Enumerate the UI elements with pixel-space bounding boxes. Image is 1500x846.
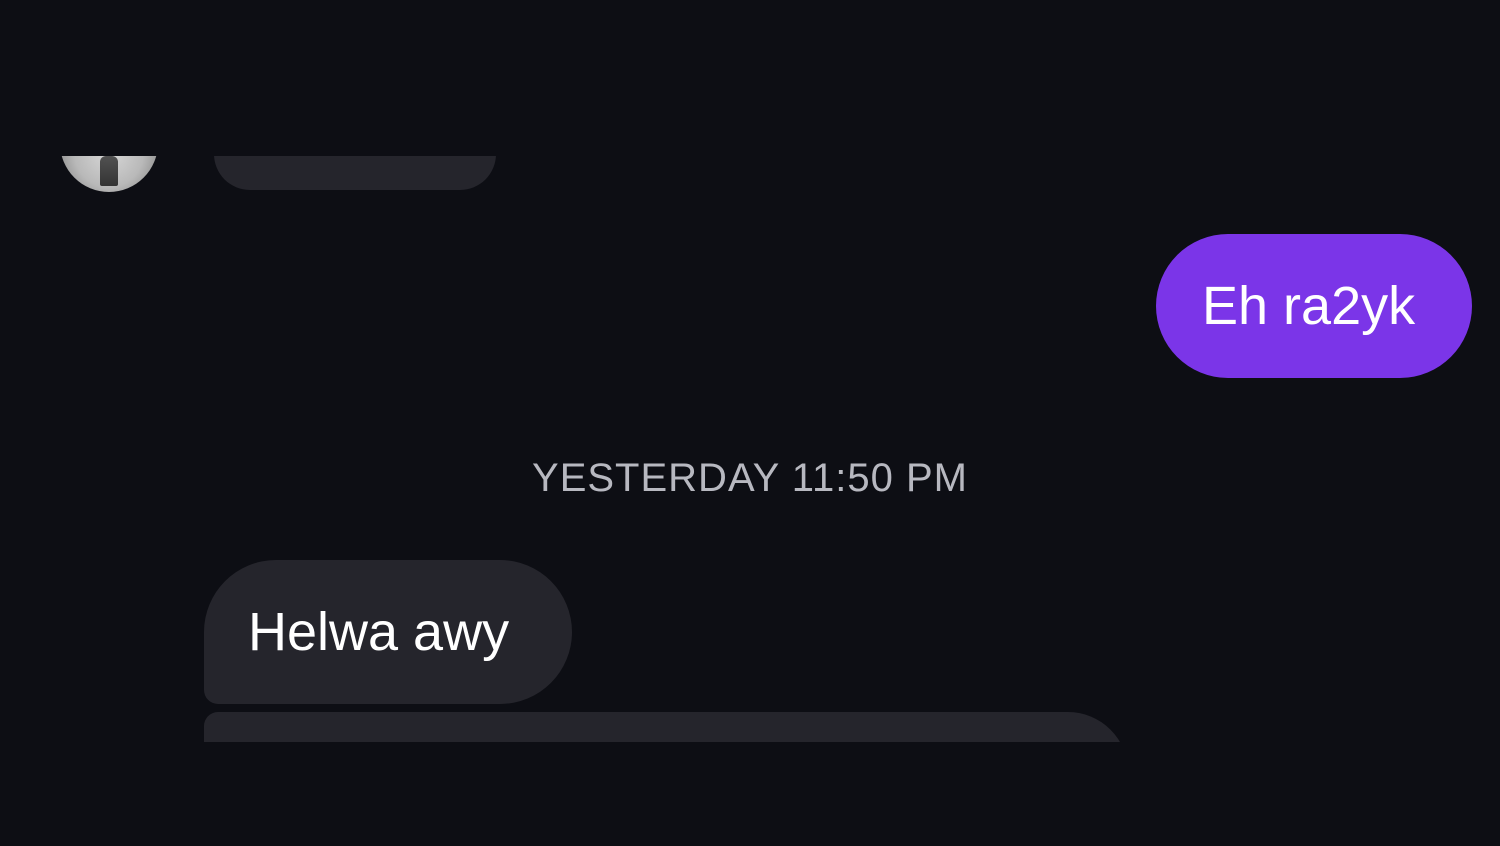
received-message-bubble[interactable]: Helwa awy xyxy=(204,560,572,704)
message-bubble-partial-top[interactable] xyxy=(214,156,496,190)
received-bubble-partial xyxy=(204,712,1128,742)
message-bubble-partial-bottom[interactable] xyxy=(204,712,1128,742)
sent-message-bubble[interactable]: Eh ra2yk xyxy=(1156,234,1472,378)
message-timestamp: YESTERDAY 11:50 PM xyxy=(532,456,968,500)
avatar xyxy=(60,156,158,192)
chat-screen: Eh ra2yk YESTERDAY 11:50 PM Helwa awy xyxy=(0,0,1500,846)
contact-avatar-partial[interactable] xyxy=(60,156,158,192)
sent-message-text: Eh ra2yk xyxy=(1202,276,1416,336)
received-message-text: Helwa awy xyxy=(248,602,510,662)
received-bubble-partial xyxy=(214,156,496,190)
